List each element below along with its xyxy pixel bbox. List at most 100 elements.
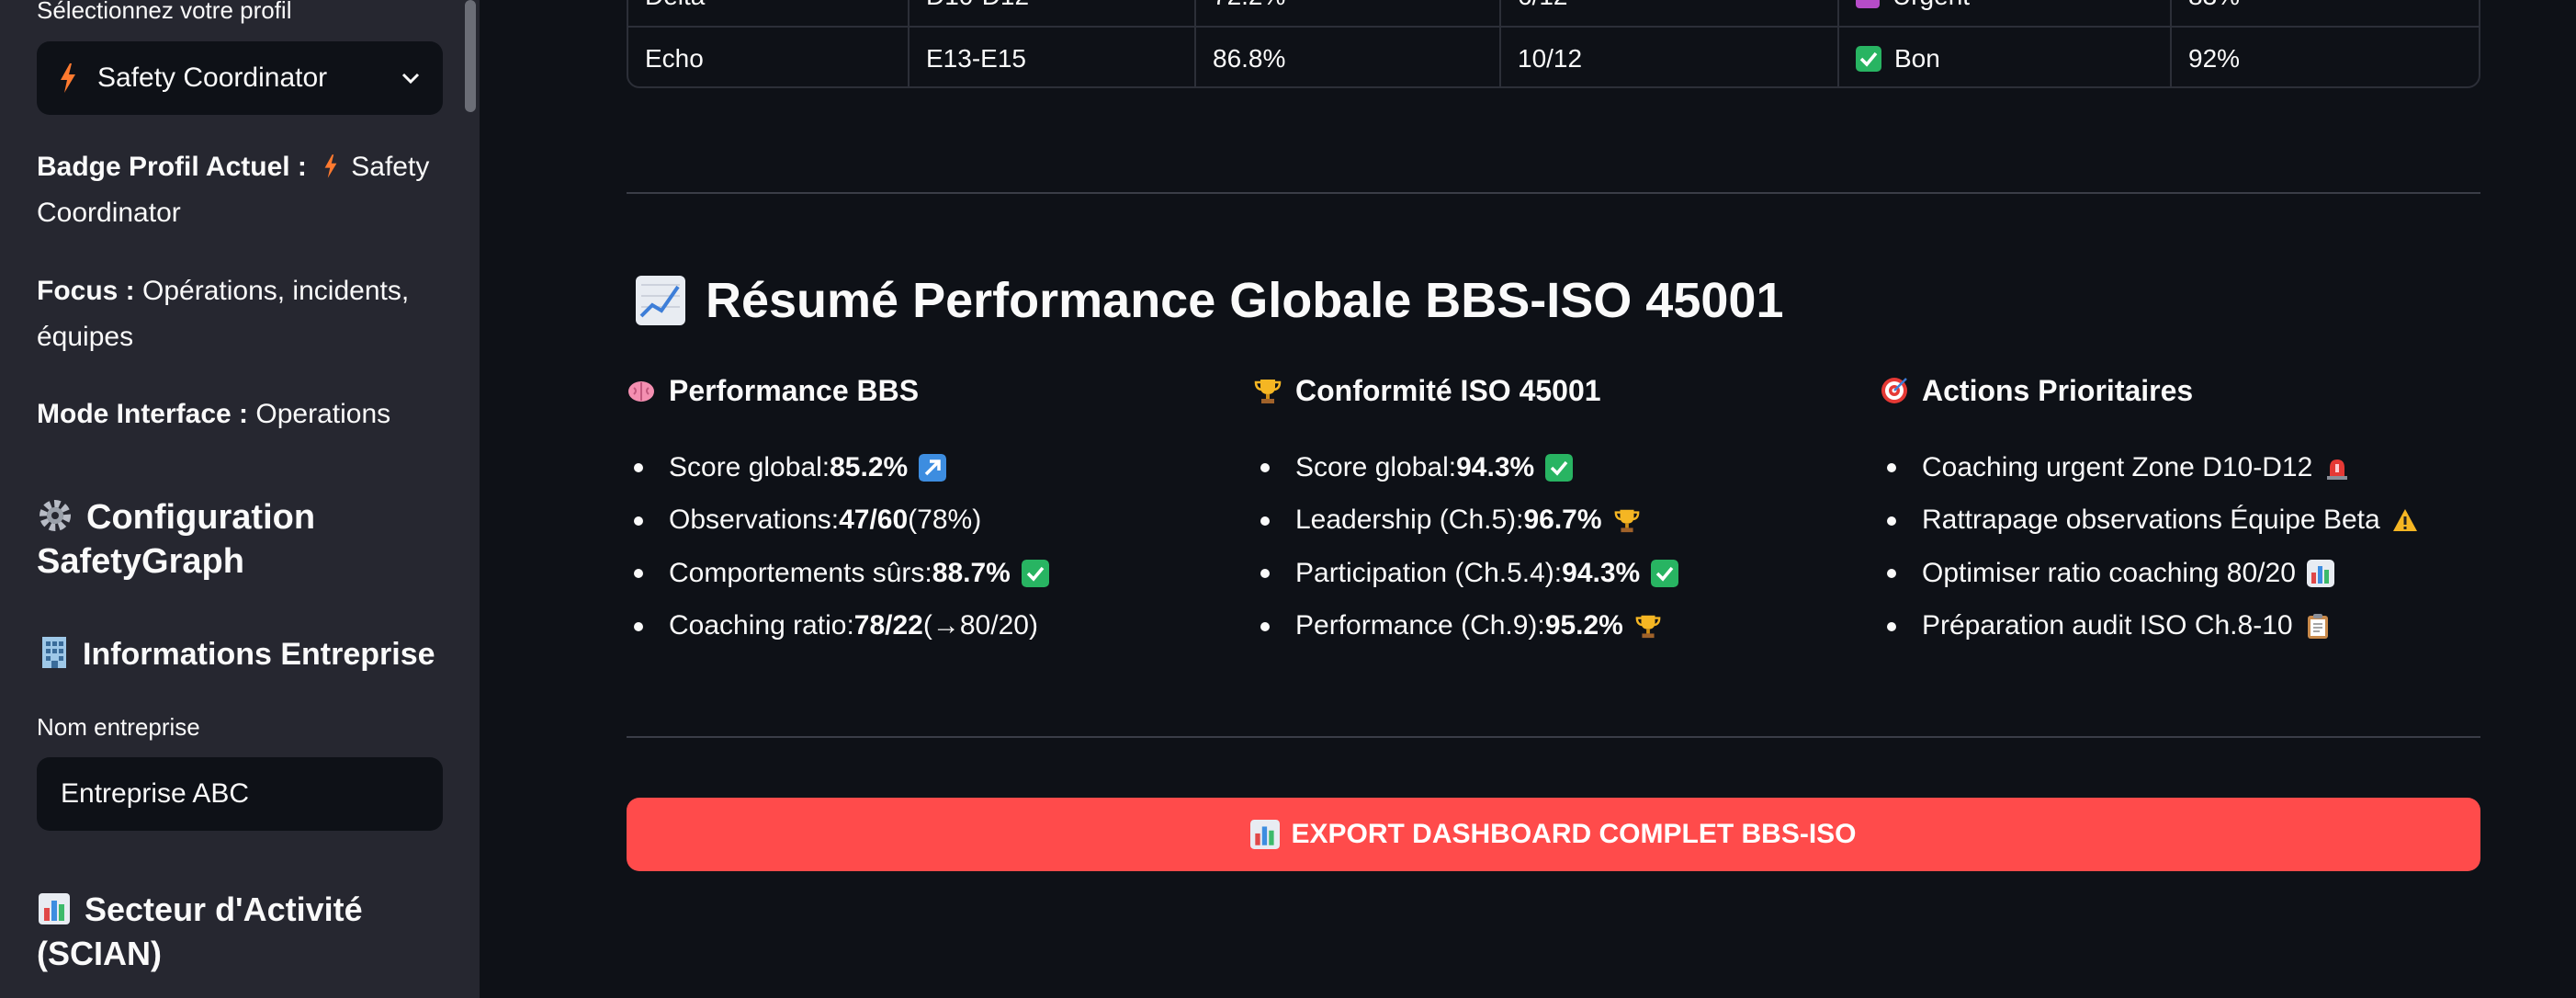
table-cell-status: Urgent xyxy=(1839,0,2172,28)
list-item: Optimiser ratio coaching 80/20 xyxy=(1880,547,2523,600)
list-item: Comportements sûrs: 88.7% xyxy=(627,547,1233,600)
item-suffix: (→80/20) xyxy=(922,610,1038,641)
item-text: Optimiser ratio coaching 80/20 xyxy=(1922,557,2296,588)
divider xyxy=(627,736,2480,738)
list-item: Préparation audit ISO Ch.8-10 xyxy=(1880,600,2523,653)
trophy-icon xyxy=(1614,510,1639,533)
summary-title-text: Résumé Performance Globale BBS-ISO 45001 xyxy=(706,273,1784,328)
priority-actions-column: Actions Prioritaires Coaching urgent Zon… xyxy=(1880,368,2523,652)
brain-icon xyxy=(628,381,654,402)
trophy-icon xyxy=(1254,380,1282,403)
table-row: Echo E13-E15 86.8% 10/12 Bon 92% xyxy=(628,28,2479,86)
focus-value-2: équipes xyxy=(37,322,134,352)
list-item: Leadership (Ch.5): 96.7% xyxy=(1253,494,1859,548)
config-title: Configuration xyxy=(86,498,316,537)
table-cell: 92% xyxy=(2188,44,2241,73)
mode-interface-text: Mode Interface : Operations xyxy=(37,391,443,437)
clipboard-icon xyxy=(2307,614,2328,640)
list-item: Observations: 47/60 (78%) xyxy=(627,494,1233,548)
export-dashboard-button[interactable]: EXPORT DASHBOARD COMPLET BBS-ISO xyxy=(627,798,2480,871)
iso-conformity-heading: Conformité ISO 45001 xyxy=(1253,368,1859,414)
item-label: Performance (Ch.9): xyxy=(1295,610,1545,641)
office-building-icon xyxy=(42,637,66,668)
company-name-input[interactable]: Entreprise ABC xyxy=(37,757,443,831)
column-heading-text: Performance BBS xyxy=(669,373,920,407)
export-button-label: EXPORT DASHBOARD COMPLET BBS-ISO xyxy=(1291,819,1857,849)
table-cell: 83% xyxy=(2172,0,2479,28)
item-label: Coaching ratio: xyxy=(669,610,854,641)
company-info-heading: Informations Entreprise xyxy=(37,634,443,675)
iso-conformity-column: Conformité ISO 45001 Score global: 94.3%… xyxy=(1253,368,1859,652)
config-heading: Configuration SafetyGraph xyxy=(37,495,443,584)
badge-profile-label: Badge Profil Actuel : xyxy=(37,152,307,182)
performance-bbs-heading: Performance BBS xyxy=(627,368,1233,414)
sector-heading: Secteur d'Activité (SCIAN) xyxy=(37,888,443,976)
sidebar-scrollbar[interactable] xyxy=(465,0,476,112)
column-heading-text: Actions Prioritaires xyxy=(1922,373,2194,407)
bar-chart-icon xyxy=(39,893,70,924)
profile-select[interactable]: Safety Coordinator xyxy=(37,41,443,115)
item-label: Score global: xyxy=(1295,451,1457,482)
priority-actions-heading: Actions Prioritaires xyxy=(1880,368,2523,414)
badge-profile-value: Safety xyxy=(351,152,430,182)
trend-up-icon xyxy=(919,453,947,482)
company-name-value: Entreprise ABC xyxy=(61,778,250,809)
status-text: Bon xyxy=(1894,44,1940,73)
status-text: Urgent xyxy=(1892,0,1970,11)
item-value: 94.3% xyxy=(1562,557,1641,588)
trophy-icon xyxy=(1635,616,1661,639)
focus-value: Opérations, incidents, xyxy=(142,276,410,306)
status-icon xyxy=(1856,0,1880,8)
item-value: 95.2% xyxy=(1544,610,1623,641)
table-cell-status: Bon xyxy=(1839,28,2172,86)
target-icon xyxy=(1881,378,1907,403)
iso-conformity-list: Score global: 94.3% Leadership (Ch.5): 9… xyxy=(1253,441,1859,652)
item-text: Préparation audit ISO Ch.8-10 xyxy=(1922,610,2293,641)
priority-actions-list: Coaching urgent Zone D10-D12 Rattrapage … xyxy=(1880,441,2523,652)
chart-increasing-icon xyxy=(636,276,685,325)
item-value: 96.7% xyxy=(1523,505,1602,536)
performance-bbs-column: Performance BBS Score global: 85.2% Obse… xyxy=(627,368,1233,652)
item-label: Leadership (Ch.5): xyxy=(1295,505,1524,536)
item-label: Score global: xyxy=(669,451,830,482)
list-item: Performance (Ch.9): 95.2% xyxy=(1253,600,1859,653)
table-row: Delta D10-D12 72.2% 6/12 Urgent 83% xyxy=(628,0,2479,28)
company-info-title: Informations Entreprise xyxy=(83,637,435,672)
item-suffix: (78%) xyxy=(908,505,982,536)
performance-bbs-list: Score global: 85.2% Observations: 47/60 … xyxy=(627,441,1233,652)
check-icon xyxy=(1021,559,1049,587)
check-icon xyxy=(1856,46,1881,72)
badge-profile-value-2: Coordinator xyxy=(37,198,181,228)
item-text: Coaching urgent Zone D10-D12 xyxy=(1922,451,2313,482)
table-cell: D10-D12 xyxy=(910,0,1196,28)
list-item: Coaching urgent Zone D10-D12 xyxy=(1880,441,2523,494)
bar-chart-icon xyxy=(1250,820,1281,849)
item-value: 47/60 xyxy=(839,505,909,536)
sector-title: Secteur d'Activité xyxy=(85,890,363,928)
table-cell: 86.8% xyxy=(1196,28,1501,86)
item-label: Participation (Ch.5.4): xyxy=(1295,557,1563,588)
badge-profile-text: Badge Profil Actuel : Safety Coordinator xyxy=(37,144,443,236)
mode-label: Mode Interface : xyxy=(37,399,249,429)
item-label: Observations: xyxy=(669,505,840,536)
lightning-icon xyxy=(324,154,337,178)
focus-text: Focus : Opérations, incidents, équipes xyxy=(37,268,443,360)
check-icon xyxy=(1651,559,1679,587)
siren-icon xyxy=(2327,459,2348,480)
bar-chart-icon xyxy=(2306,559,2334,587)
item-value: 78/22 xyxy=(853,610,923,641)
item-value: 94.3% xyxy=(1456,451,1535,482)
list-item: Rattrapage observations Équipe Beta xyxy=(1880,494,2523,548)
config-title-2: SafetyGraph xyxy=(37,542,244,581)
profile-select-value: Safety Coordinator xyxy=(97,62,328,93)
item-value: 88.7% xyxy=(932,557,1011,588)
mode-value: Operations xyxy=(255,399,391,429)
team-table: Delta D10-D12 72.2% 6/12 Urgent 83% Echo… xyxy=(627,0,2480,88)
focus-label: Focus : xyxy=(37,276,135,306)
table-cell: 72.2% xyxy=(1196,0,1501,28)
chevron-down-icon xyxy=(401,73,420,85)
list-item: Score global: 85.2% xyxy=(627,441,1233,494)
sector-title-2: (SCIAN) xyxy=(37,935,162,972)
table-cell: 6/12 xyxy=(1501,0,1839,28)
divider xyxy=(627,192,2480,194)
